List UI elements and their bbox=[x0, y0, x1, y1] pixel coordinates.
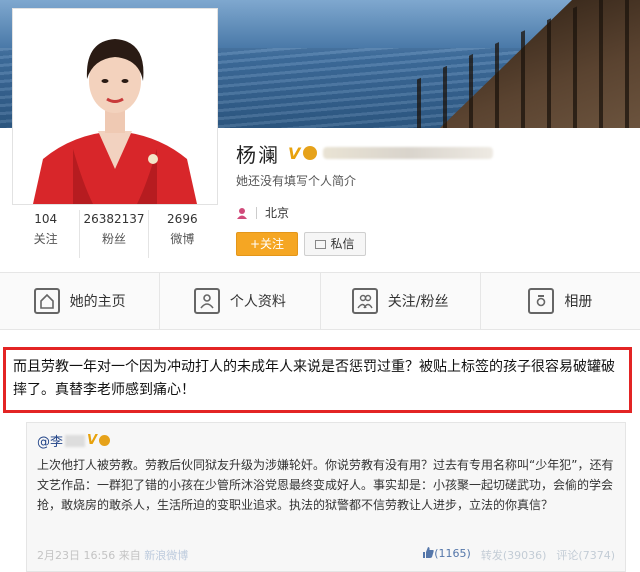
quoted-post-time[interactable]: 2月23日 16:56 bbox=[37, 549, 115, 562]
stat-weibo-count: 2696 bbox=[167, 212, 198, 226]
highlighted-post-text: 而且劳教一年对一个因为冲动打人的未成年人来说是否惩罚过重？被贴上标签的孩子很容易… bbox=[13, 359, 615, 398]
tab-album[interactable]: 相册 bbox=[481, 273, 640, 329]
stat-following[interactable]: 104 关注 bbox=[12, 210, 81, 258]
profile-intro: 她还没有填写个人简介 bbox=[236, 174, 357, 188]
tab-profile-label: 个人资料 bbox=[229, 294, 286, 310]
location-text: 北京 bbox=[265, 206, 290, 220]
quoted-post-source-prefix: 来自 bbox=[118, 549, 141, 562]
camera-icon bbox=[528, 288, 555, 314]
stat-weibo[interactable]: 2696 微博 bbox=[149, 210, 216, 258]
tab-home-label: 她的主页 bbox=[69, 294, 126, 310]
avatar-portrait bbox=[13, 9, 217, 204]
tab-follow-fans[interactable]: 关注/粉丝 bbox=[321, 273, 481, 329]
stat-following-count: 104 bbox=[34, 212, 58, 226]
verified-badge-icon[interactable]: V bbox=[288, 144, 300, 163]
profile-name-row: 杨澜 V bbox=[236, 138, 494, 168]
quoted-post-body: 上次他打人被劳教。劳教后伙同狱友升级为涉嫌轮奸。你说劳教有没有用？过去有专用名称… bbox=[37, 458, 614, 512]
crown-icon[interactable] bbox=[303, 146, 318, 160]
profile-stats: 104 关注 26382137 粉丝 2696 微博 bbox=[12, 210, 216, 258]
blurred-text bbox=[323, 147, 494, 159]
message-button[interactable]: 私信 bbox=[304, 232, 366, 256]
repost-button[interactable]: 转发(39036) bbox=[481, 547, 547, 563]
like-button[interactable]: (1165) bbox=[422, 547, 471, 563]
person-icon bbox=[193, 288, 220, 314]
blurred-author-name bbox=[65, 434, 86, 447]
tab-follow-fans-label: 关注/粉丝 bbox=[387, 294, 449, 310]
quoted-post-author-row: @李 V bbox=[37, 431, 615, 450]
quoted-post-source[interactable]: 新浪微博 bbox=[144, 549, 188, 562]
quoted-post: @李 V 上次他打人被劳教。劳教后伙同狱友升级为涉嫌轮奸。你说劳教有没有用？过去… bbox=[26, 422, 626, 572]
stat-fans-count: 26382137 bbox=[83, 212, 145, 226]
profile-name: 杨澜 bbox=[236, 142, 280, 167]
profile-location: 北京 bbox=[236, 204, 289, 221]
quoted-post-actions: (1165) 转发(39036) 评论(7374) bbox=[422, 547, 615, 563]
tab-album-label: 相册 bbox=[564, 294, 593, 310]
person-location-icon bbox=[237, 207, 247, 219]
quoted-post-meta: 2月23日 16:56 来自 新浪微博 bbox=[37, 547, 188, 563]
profile-nav: 她的主页 个人资料 关注/粉丝 相册 bbox=[0, 272, 640, 330]
crown-icon[interactable] bbox=[99, 435, 111, 446]
message-button-label: 私信 bbox=[330, 237, 355, 251]
stat-weibo-label: 微博 bbox=[170, 232, 195, 246]
follow-button[interactable]: +关注 bbox=[236, 232, 298, 256]
highlighted-post: 而且劳教一年对一个因为冲动打人的未成年人来说是否惩罚过重？被贴上标签的孩子很容易… bbox=[3, 347, 632, 413]
stat-following-label: 关注 bbox=[33, 232, 58, 246]
comment-button[interactable]: 评论(7374) bbox=[556, 547, 615, 563]
people-icon bbox=[351, 288, 378, 314]
thumbs-up-icon bbox=[423, 547, 434, 558]
envelope-icon bbox=[315, 240, 327, 249]
tab-profile[interactable]: 个人资料 bbox=[160, 273, 321, 329]
tab-home[interactable]: 她的主页 bbox=[0, 273, 161, 329]
quoted-post-author[interactable]: @李 bbox=[37, 431, 63, 450]
stat-fans-label: 粉丝 bbox=[101, 232, 126, 246]
home-icon bbox=[33, 288, 60, 314]
location-divider bbox=[256, 206, 257, 219]
stat-fans[interactable]: 26382137 粉丝 bbox=[80, 210, 149, 258]
like-count: (1165) bbox=[434, 547, 471, 560]
avatar[interactable] bbox=[12, 8, 218, 205]
verified-badge-icon[interactable]: V bbox=[87, 433, 97, 448]
